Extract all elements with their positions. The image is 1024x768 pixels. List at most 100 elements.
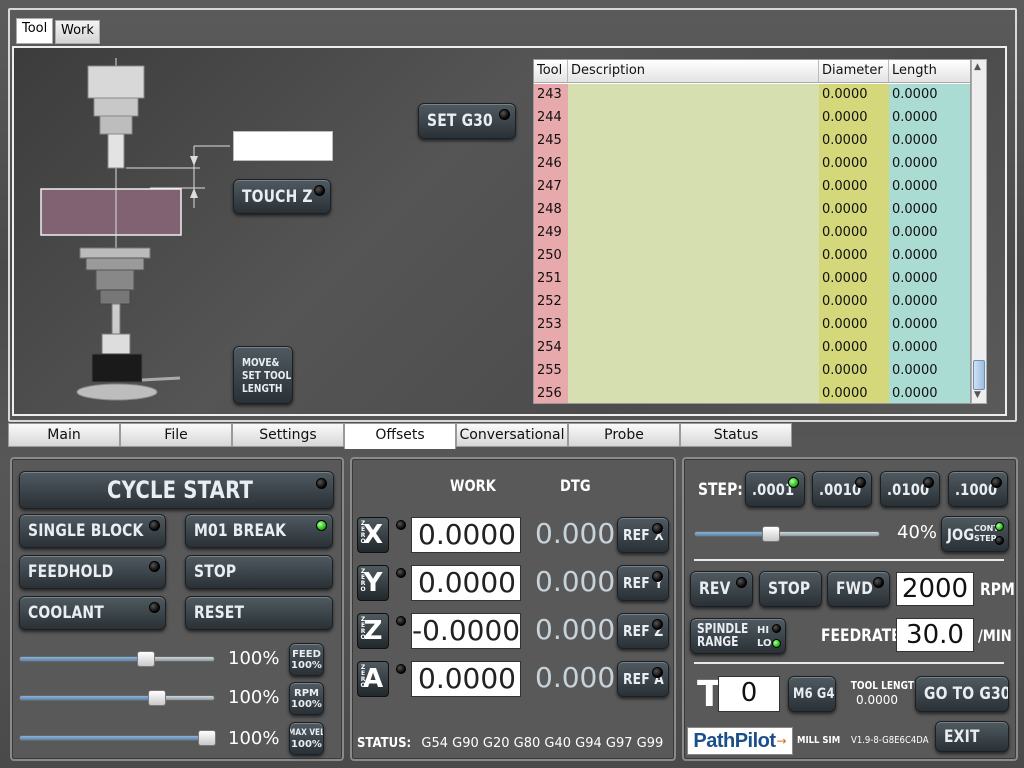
- col-tool[interactable]: Tool: [534, 60, 568, 82]
- ref-a-button[interactable]: REF A: [617, 661, 669, 697]
- move-set-tool-length-button[interactable]: MOVE& SET TOOL LENGTH: [233, 346, 293, 404]
- description-cell[interactable]: [568, 314, 819, 337]
- m6g43-button[interactable]: M6 G43: [788, 676, 836, 712]
- tool-number-input[interactable]: 0: [718, 676, 780, 712]
- diameter-cell[interactable]: 0.0000: [819, 245, 889, 268]
- tool-cell[interactable]: 250: [534, 245, 568, 268]
- description-cell[interactable]: [568, 337, 819, 360]
- table-row[interactable]: 249 0.0000 0.0000: [534, 222, 970, 245]
- description-cell[interactable]: [568, 245, 819, 268]
- tool-cell[interactable]: 254: [534, 337, 568, 360]
- tool-cell[interactable]: 252: [534, 291, 568, 314]
- work-x-value[interactable]: 0.0000: [411, 517, 521, 553]
- description-cell[interactable]: [568, 291, 819, 314]
- step-1000-button[interactable]: .1000: [948, 471, 1008, 507]
- exit-button[interactable]: EXIT: [935, 721, 1009, 752]
- table-row[interactable]: 250 0.0000 0.0000: [534, 245, 970, 268]
- description-cell[interactable]: [568, 107, 819, 130]
- spindle-rev-button[interactable]: REV: [690, 571, 753, 607]
- description-cell[interactable]: [568, 153, 819, 176]
- maxvel-override-slider[interactable]: [19, 730, 216, 746]
- diameter-cell[interactable]: 0.0000: [819, 84, 889, 107]
- length-cell[interactable]: 0.0000: [889, 84, 970, 107]
- zero-z-button[interactable]: ZERO Z: [357, 613, 389, 649]
- ref-z-button[interactable]: REF Z: [617, 613, 669, 649]
- jog-speed-slider[interactable]: [694, 526, 880, 542]
- table-row[interactable]: 254 0.0000 0.0000: [534, 337, 970, 360]
- tool-cell[interactable]: 253: [534, 314, 568, 337]
- description-cell[interactable]: [568, 360, 819, 383]
- diameter-cell[interactable]: 0.0000: [819, 130, 889, 153]
- cycle-start-button[interactable]: CYCLE START: [19, 471, 334, 509]
- diameter-cell[interactable]: 0.0000: [819, 314, 889, 337]
- length-cell[interactable]: 0.0000: [889, 199, 970, 222]
- length-cell[interactable]: 0.0000: [889, 130, 970, 153]
- rpm-override-slider[interactable]: [19, 690, 215, 706]
- tool-cell[interactable]: 247: [534, 176, 568, 199]
- tab-tool[interactable]: Tool: [16, 18, 54, 44]
- table-row[interactable]: 246 0.0000 0.0000: [534, 153, 970, 176]
- ref-y-button[interactable]: REF Y: [617, 565, 669, 601]
- length-cell[interactable]: 0.0000: [889, 107, 970, 130]
- scroll-thumb[interactable]: [973, 360, 985, 390]
- diameter-cell[interactable]: 0.0000: [819, 222, 889, 245]
- single-block-button[interactable]: SINGLE BLOCK: [19, 514, 166, 548]
- spindle-range-button[interactable]: SPINDLE RANGE HI LO: [690, 618, 786, 654]
- table-row[interactable]: 247 0.0000 0.0000: [534, 176, 970, 199]
- tab-offsets[interactable]: Offsets: [344, 423, 456, 449]
- length-cell[interactable]: 0.0000: [889, 268, 970, 291]
- table-row[interactable]: 244 0.0000 0.0000: [534, 107, 970, 130]
- rpm-reset-button[interactable]: RPM 100%: [289, 682, 324, 715]
- table-row[interactable]: 256 0.0000 0.0000: [534, 383, 970, 403]
- length-cell[interactable]: 0.0000: [889, 245, 970, 268]
- tool-cell[interactable]: 248: [534, 199, 568, 222]
- ref-x-button[interactable]: REF X: [617, 517, 669, 553]
- jog-mode-button[interactable]: JOG CONT STEP: [941, 516, 1009, 552]
- tool-table[interactable]: Tool Description Diameter Length 243 0.00…: [533, 59, 971, 404]
- diameter-cell[interactable]: 0.0000: [819, 383, 889, 403]
- work-a-value[interactable]: 0.0000: [411, 661, 521, 697]
- stop-button[interactable]: STOP: [185, 555, 333, 589]
- table-row[interactable]: 243 0.0000 0.0000: [534, 84, 970, 107]
- col-description[interactable]: Description: [568, 60, 819, 82]
- tab-conversational[interactable]: Conversational: [456, 423, 568, 447]
- description-cell[interactable]: [568, 130, 819, 153]
- diameter-cell[interactable]: 0.0000: [819, 199, 889, 222]
- zero-a-button[interactable]: ZERO A: [357, 661, 389, 697]
- description-cell[interactable]: [568, 199, 819, 222]
- tool-cell[interactable]: 255: [534, 360, 568, 383]
- col-length[interactable]: Length: [889, 60, 970, 82]
- length-cell[interactable]: 0.0000: [889, 153, 970, 176]
- diameter-cell[interactable]: 0.0000: [819, 176, 889, 199]
- table-row[interactable]: 255 0.0000 0.0000: [534, 360, 970, 383]
- table-row[interactable]: 253 0.0000 0.0000: [534, 314, 970, 337]
- description-cell[interactable]: [568, 176, 819, 199]
- rpm-input[interactable]: 2000: [896, 572, 974, 606]
- description-cell[interactable]: [568, 268, 819, 291]
- step-0010-button[interactable]: .0010: [812, 471, 872, 507]
- length-cell[interactable]: 0.0000: [889, 291, 970, 314]
- diameter-cell[interactable]: 0.0000: [819, 268, 889, 291]
- tool-cell[interactable]: 249: [534, 222, 568, 245]
- tool-table-scrollbar[interactable]: ▲ ▼: [971, 59, 987, 404]
- length-cell[interactable]: 0.0000: [889, 314, 970, 337]
- table-row[interactable]: 245 0.0000 0.0000: [534, 130, 970, 153]
- coolant-button[interactable]: COOLANT: [19, 596, 166, 630]
- work-z-value[interactable]: -0.0000: [411, 613, 521, 649]
- step-0001-button[interactable]: .0001: [745, 471, 805, 507]
- tool-length-entry[interactable]: [233, 131, 333, 161]
- diameter-cell[interactable]: 0.0000: [819, 337, 889, 360]
- length-cell[interactable]: 0.0000: [889, 337, 970, 360]
- diameter-cell[interactable]: 0.0000: [819, 360, 889, 383]
- tab-probe[interactable]: Probe: [568, 423, 680, 447]
- tab-settings[interactable]: Settings: [232, 423, 344, 447]
- touch-z-button[interactable]: TOUCH Z: [233, 179, 331, 214]
- tab-file[interactable]: File: [120, 423, 232, 447]
- tool-cell[interactable]: 245: [534, 130, 568, 153]
- diameter-cell[interactable]: 0.0000: [819, 291, 889, 314]
- jog-speed-thumb[interactable]: [762, 526, 781, 542]
- tool-cell[interactable]: 243: [534, 84, 568, 107]
- description-cell[interactable]: [568, 383, 819, 403]
- scroll-down-icon[interactable]: ▼: [974, 390, 981, 400]
- description-cell[interactable]: [568, 222, 819, 245]
